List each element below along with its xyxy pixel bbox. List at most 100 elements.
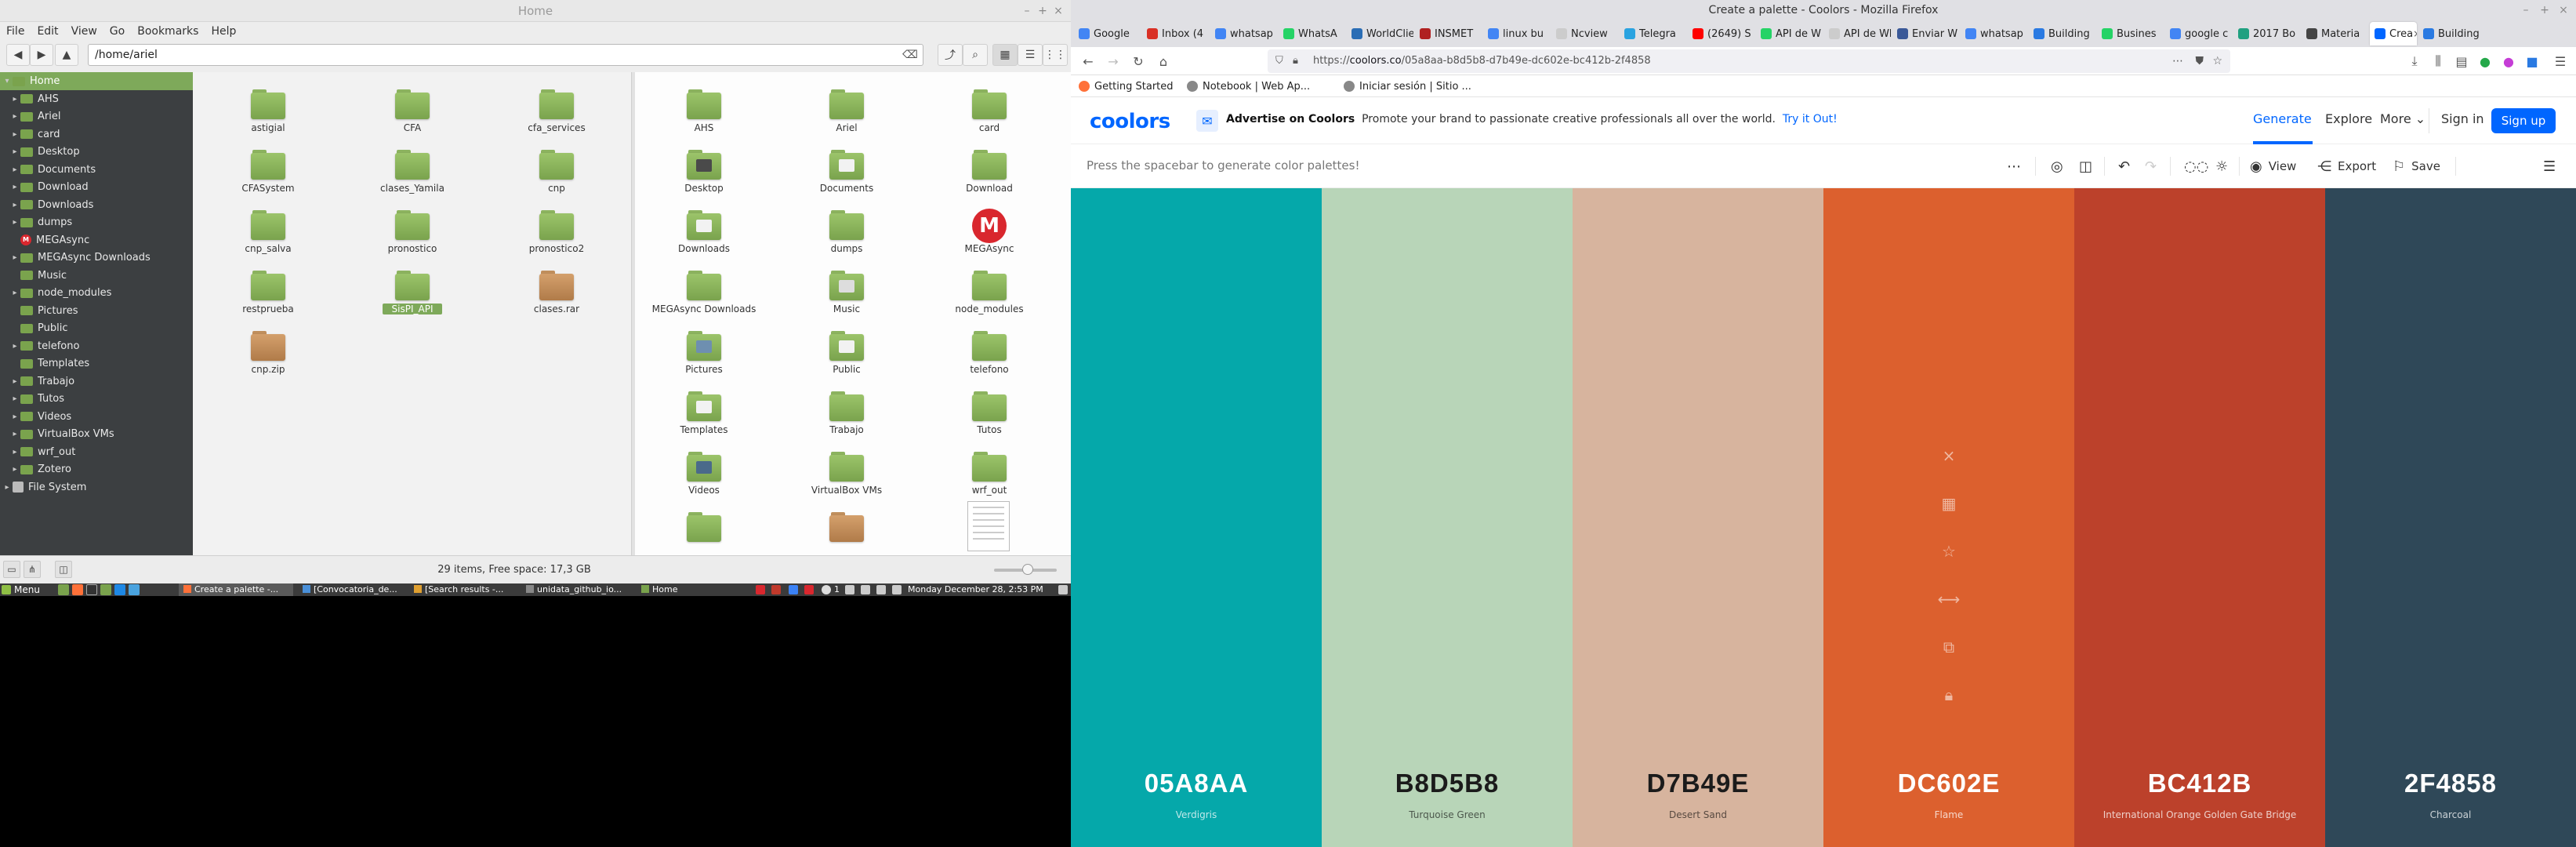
browser-tab[interactable]: API de Wha [1824,22,1891,45]
minimize-icon[interactable]: – [2518,2,2534,18]
forward-icon[interactable]: → [1102,50,1124,72]
folder-item[interactable]: Documents [778,139,916,197]
sidebar-item[interactable]: ▸ Documents [0,161,193,179]
browser-tab[interactable]: 2017 Bo [2233,22,2300,45]
taskbar-window-button[interactable]: [Search results -... [409,583,517,596]
sidebar-item[interactable]: ▸ MEGAsync Downloads [0,249,193,267]
bluetooth-tray-icon[interactable] [789,585,798,594]
battery-tray-icon[interactable] [892,585,902,594]
view-button[interactable]: ◉ View [2250,155,2296,177]
folder-item[interactable]: cnp [488,139,626,197]
compact-view-icon[interactable]: ⋮⋮ [1043,44,1068,66]
sidebar-item[interactable]: M MEGAsync [0,231,193,249]
color-hex-code[interactable]: 2F4858 [2325,769,2576,798]
folder-item[interactable]: Downloads [635,199,773,257]
folder-item[interactable]: cnp_salva [199,199,337,257]
color-hex-code[interactable]: B8D5B8 [1322,769,1573,798]
folder-item[interactable]: card [920,78,1058,136]
record-tray-icon[interactable] [804,585,814,594]
browser-tab[interactable]: whatsap [1210,22,1277,45]
expander-icon[interactable]: ▸ [9,253,20,262]
split-pane-icon[interactable]: ◫ [55,561,72,578]
coolors-logo[interactable]: coolors [1090,110,1170,133]
menu-help[interactable]: Help [211,25,236,38]
folder-item[interactable]: node_modules [920,260,1058,318]
folder-item[interactable]: CFASystem [199,139,337,197]
expander-icon[interactable]: ▸ [9,147,20,156]
archive-item[interactable]: cnp.zip [199,320,337,378]
places-toggle-icon[interactable]: ▭ [3,561,20,578]
maximize-icon[interactable]: + [1035,3,1050,19]
browser-tab[interactable]: whatsap [1961,22,2027,45]
browser-tab[interactable]: Materia [2302,22,2368,45]
library-icon[interactable]: ⫼ [2427,50,2449,72]
maximize-icon[interactable]: + [2537,2,2552,18]
color-swatch[interactable]: 2F4858 Charcoal [2325,188,2576,847]
document-item[interactable] [920,501,1058,555]
forward-icon[interactable]: ▶ [30,44,53,66]
taskbar-window-button[interactable]: [Convocatoria_de... [298,583,405,596]
folder-item[interactable]: MEGAsync Downloads [635,260,773,318]
expander-icon[interactable]: ▸ [9,218,20,227]
zoom-slider-handle[interactable] [1022,564,1033,575]
archive-item[interactable] [778,501,916,555]
color-hex-code[interactable]: 05A8AA [1071,769,1322,798]
sidebar-item[interactable]: Templates [0,354,193,373]
folder-item[interactable]: SisPI_API [343,260,481,318]
files-launcher-icon[interactable] [100,584,111,595]
expander-icon[interactable]: ▸ [9,165,20,174]
volume-tray-icon[interactable] [876,585,886,594]
folder-item[interactable]: Download [920,139,1058,197]
export-button[interactable]: ⋲ Export [2317,155,2376,177]
sidebar-item[interactable]: ▸ card [0,125,193,144]
browser-tab[interactable]: Building [2029,22,2095,45]
clear-location-icon[interactable]: ⌫ [902,47,918,63]
menu-bookmarks[interactable]: Bookmarks [137,25,198,38]
home-icon[interactable]: ⌂ [1152,50,1174,72]
expander-icon[interactable]: ▸ [9,413,20,421]
folder-item[interactable]: Desktop [635,139,773,197]
folder-item[interactable]: cfa_services [488,78,626,136]
terminal-launcher-icon[interactable] [86,584,97,595]
browser-tab[interactable]: API de W [1756,22,1823,45]
adjust-icon[interactable]: ☼ [2215,155,2234,177]
folder-item[interactable] [635,501,773,555]
folder-item[interactable]: pronostico2 [488,199,626,257]
show-desktop-icon[interactable] [58,584,69,595]
back-icon[interactable]: ← [1077,50,1099,72]
browser-tab[interactable]: Crea× [2370,22,2417,45]
browser-tab[interactable]: Enviar W [1892,22,1959,45]
sidebar-item[interactable]: ▸ dumps [0,213,193,231]
color-swatch[interactable]: BC412B International Orange Golden Gate B… [2074,188,2325,847]
color-hex-code[interactable]: D7B49E [1573,769,1823,798]
browser-tab[interactable]: Ncview [1551,22,1618,45]
nav-more[interactable]: More ⌄ [2380,111,2425,126]
up-icon[interactable]: ▲ [55,44,78,66]
lock-icon[interactable]: 🔒︎ [1293,49,1298,73]
menu-go[interactable]: Go [110,25,125,38]
folder-item[interactable]: wrf_out [920,441,1058,499]
expander-icon[interactable]: ▸ [9,465,20,474]
redo-icon[interactable]: ↷ [2145,155,2163,177]
folder-item[interactable]: clases_Yamila [343,139,481,197]
taskbar-window-button[interactable]: unidata_github_io... [521,583,632,596]
sidebar-item[interactable]: Public [0,319,193,337]
collage-icon[interactable]: ◫ [2079,155,2099,177]
menu-edit[interactable]: Edit [37,25,58,38]
start-menu-button[interactable]: Menu [2,583,40,596]
browser-tab[interactable]: (2649) S [1688,22,1754,45]
expander-icon[interactable]: ▸ [9,130,20,139]
icon-view-icon[interactable]: ▦ [992,44,1018,66]
list-view-icon[interactable]: ☰ [1018,44,1043,66]
star-icon[interactable]: ☆ [1937,540,1961,563]
folder-item[interactable]: telefono [920,320,1058,378]
search-icon[interactable]: ⌕ [963,44,988,66]
extension2-icon[interactable]: ● [2498,50,2520,72]
sidebar-item[interactable]: ▸ File System [0,478,193,496]
browser-tab[interactable]: Google [1074,22,1141,45]
save-button[interactable]: ⚐ Save [2393,155,2440,177]
pocket-icon[interactable]: ⛊ [2196,49,2204,73]
sidebar-item[interactable]: ▸ node_modules [0,284,193,302]
ad-banner[interactable]: Advertise on Coolors Promote your brand … [1226,113,1838,125]
browser-tab[interactable]: google c [2165,22,2232,45]
